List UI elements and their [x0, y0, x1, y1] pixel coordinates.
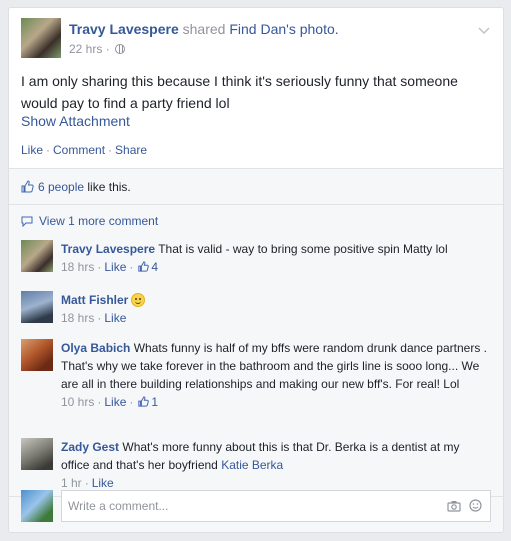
comment-time[interactable]: 1 hr	[61, 476, 82, 490]
post-meta: 22 hrs ·	[69, 42, 126, 56]
meta-dot: ·	[97, 395, 102, 409]
comment-link[interactable]: Comment	[53, 143, 105, 157]
comment-like-link[interactable]: Like	[104, 311, 126, 325]
like-count-icon	[138, 261, 150, 272]
show-attachment-link[interactable]: Show Attachment	[21, 113, 130, 129]
comment-bubble-icon	[21, 216, 33, 227]
comment-meta: 10 hrs · Like · 1	[61, 393, 491, 411]
comment-text: That is valid - way to bring some positi…	[158, 242, 448, 256]
post-card: Travy Lavespere shared Find Dan's photo.…	[8, 7, 504, 533]
comment-like-link[interactable]: Like	[92, 476, 114, 490]
write-comment-row: Write a comment...	[21, 490, 491, 522]
shared-source-link[interactable]: Find Dan's	[229, 21, 295, 37]
comment-item: Travy Lavespere That is valid - way to b…	[21, 240, 491, 280]
meta-dot: ·	[97, 311, 102, 325]
meta-dot: ·	[84, 476, 89, 490]
thumbs-up-icon	[21, 180, 34, 193]
comment-meta: 18 hrs · Like · 4	[61, 258, 491, 276]
write-comment-placeholder: Write a comment...	[68, 499, 169, 513]
comment-body: Matt Fishler 18 hrs · Like	[61, 291, 491, 327]
likes-count-link[interactable]: 6 people	[38, 180, 84, 194]
commenter-avatar[interactable]	[21, 339, 53, 371]
comment-item: Matt Fishler 18 hrs · Like	[21, 291, 491, 331]
smiley-emoji-icon	[131, 293, 146, 307]
likes-suffix: like this.	[87, 180, 131, 194]
post-header: Travy Lavespere shared Find Dan's photo.…	[21, 18, 491, 62]
comment-body: Olya Babich Whats funny is half of my bf…	[61, 339, 491, 411]
comment-body: Travy Lavespere That is valid - way to b…	[61, 240, 491, 276]
comment-like-link[interactable]: Like	[104, 260, 126, 274]
likes-summary: 6 people like this.	[21, 180, 131, 194]
action-dot: ·	[46, 143, 51, 157]
post-time[interactable]: 22 hrs	[69, 42, 102, 56]
shared-photo-link[interactable]: photo.	[300, 21, 339, 37]
like-count[interactable]: 1	[151, 395, 158, 409]
meta-dot: ·	[129, 260, 134, 274]
share-link[interactable]: Share	[115, 143, 147, 157]
divider	[9, 168, 503, 169]
comment-time[interactable]: 10 hrs	[61, 395, 94, 409]
commenter-avatar[interactable]	[21, 291, 53, 323]
action-dot: ·	[108, 143, 113, 157]
camera-icon[interactable]	[447, 500, 461, 512]
comment-time[interactable]: 18 hrs	[61, 311, 94, 325]
emoji-icon[interactable]	[469, 499, 482, 512]
view-more-comments[interactable]: View 1 more comment	[21, 214, 158, 228]
my-avatar	[21, 490, 53, 522]
meta-dot: ·	[97, 260, 102, 274]
comment-item: Olya Babich Whats funny is half of my bf…	[21, 339, 491, 429]
commenter-name[interactable]: Travy Lavespere	[61, 242, 155, 256]
meta-dot: ·	[105, 42, 110, 56]
like-count-icon	[138, 396, 150, 407]
input-icons	[439, 499, 482, 515]
commenter-avatar[interactable]	[21, 438, 53, 470]
divider	[9, 204, 503, 205]
comment-meta: 18 hrs · Like	[61, 309, 491, 327]
write-comment-input[interactable]: Write a comment...	[61, 490, 491, 522]
post-actions: Like · Comment · Share	[21, 143, 147, 157]
commenter-name[interactable]: Olya Babich	[61, 341, 130, 355]
author-avatar[interactable]	[21, 18, 61, 58]
like-link[interactable]: Like	[21, 143, 43, 157]
comment-like-link[interactable]: Like	[104, 395, 126, 409]
view-more-label[interactable]: View 1 more comment	[39, 214, 158, 228]
post-body: I am only sharing this because I think i…	[21, 73, 458, 111]
author-name[interactable]: Travy Lavespere	[69, 21, 179, 37]
globe-icon[interactable]	[115, 44, 126, 54]
commenter-avatar[interactable]	[21, 240, 53, 272]
comments-section: 6 people like this. View 1 more comment …	[9, 168, 503, 532]
tagged-user-link[interactable]: Katie Berka	[221, 458, 283, 472]
like-count[interactable]: 4	[151, 260, 158, 274]
post-headline: Travy Lavespere shared Find Dan's photo.	[69, 21, 339, 37]
comment-body: Zady Gest What's more funny about this i…	[61, 438, 491, 492]
meta-dot: ·	[129, 395, 134, 409]
shared-text: shared	[182, 21, 226, 37]
chevron-down-icon[interactable]	[477, 24, 491, 38]
comment-item: Zady Gest What's more funny about this i…	[21, 438, 491, 494]
comment-time[interactable]: 18 hrs	[61, 260, 94, 274]
commenter-name[interactable]: Matt Fishler	[61, 293, 128, 307]
commenter-name[interactable]: Zady Gest	[61, 440, 119, 454]
